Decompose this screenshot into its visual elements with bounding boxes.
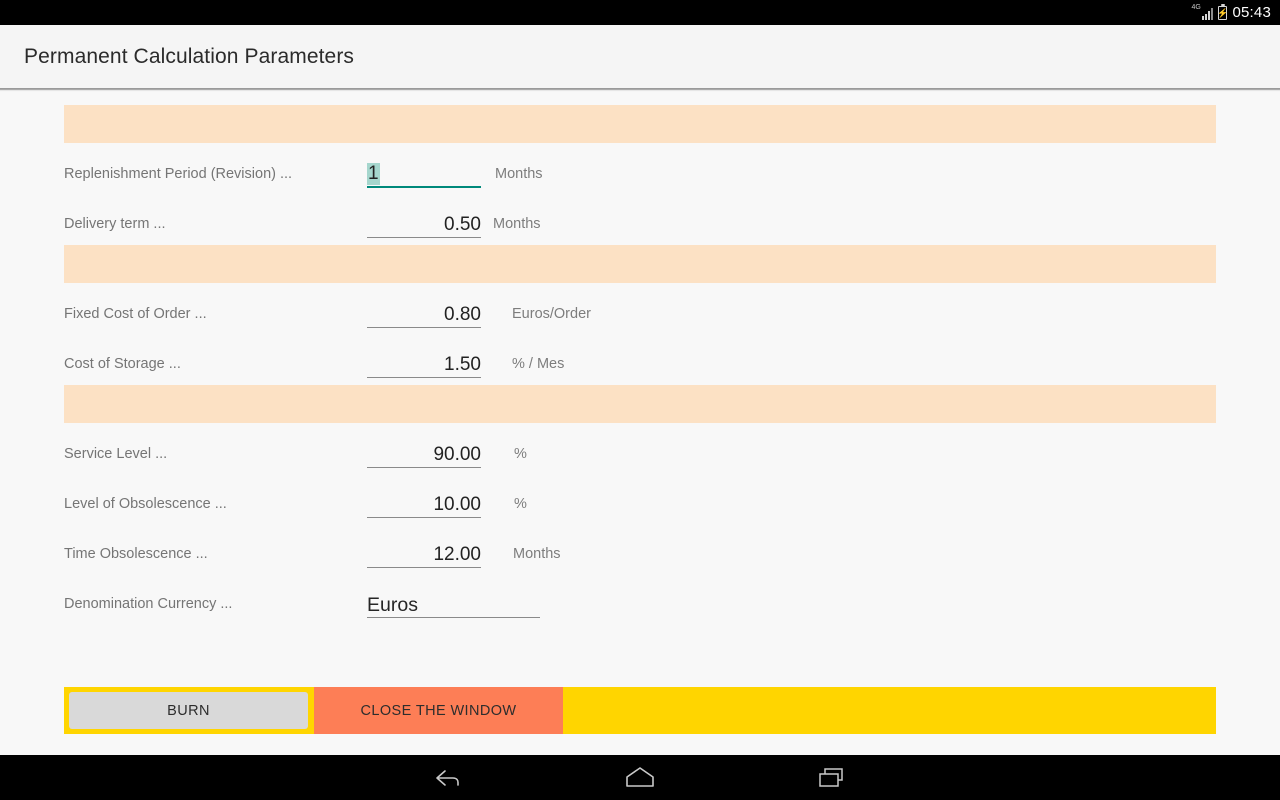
fixed-cost-of-order-input[interactable]: 0.80 — [367, 300, 481, 328]
form-row-replenishment-period: Replenishment Period (Revision) ... 1 Mo… — [0, 157, 1280, 191]
android-navigation-bar — [0, 755, 1280, 800]
field-unit: Months — [513, 546, 561, 562]
section-divider-band — [64, 245, 1216, 283]
field-label: Service Level ... — [64, 446, 168, 462]
time-obsolescence-input[interactable]: 12.00 — [367, 540, 481, 568]
replenishment-period-input[interactable]: 1 — [367, 160, 481, 188]
signal-bars-icon: 4G — [1191, 4, 1214, 20]
form-row-time-obsolescence: Time Obsolescence ... 12.00 Months — [0, 537, 1280, 571]
field-value: 0.80 — [444, 304, 481, 325]
back-icon[interactable] — [416, 755, 480, 800]
service-level-input[interactable]: 90.00 — [367, 440, 481, 468]
form-row-fixed-cost-of-order: Fixed Cost of Order ... 0.80 Euros/Order — [0, 297, 1280, 331]
page-title: Permanent Calculation Parameters — [24, 44, 355, 68]
android-screen: 4G ⚡ 05:43 Permanent Calculation Paramet… — [0, 0, 1280, 800]
section-divider-band — [64, 385, 1216, 423]
field-value: 90.00 — [433, 444, 481, 465]
field-label: Denomination Currency ... — [64, 596, 233, 612]
section-divider-band — [64, 105, 1216, 143]
field-value: 1.50 — [444, 354, 481, 375]
form-row-service-level: Service Level ... 90.00 % — [0, 437, 1280, 471]
denomination-currency-input[interactable]: Euros — [367, 590, 540, 618]
field-unit: % — [514, 496, 527, 512]
field-label: Delivery term ... — [64, 216, 166, 232]
field-label: Cost of Storage ... — [64, 356, 181, 372]
status-bar-clock: 05:43 — [1232, 4, 1271, 21]
field-label: Fixed Cost of Order ... — [64, 306, 207, 322]
level-of-obsolescence-input[interactable]: 10.00 — [367, 490, 481, 518]
field-label: Replenishment Period (Revision) ... — [64, 166, 293, 182]
network-type-label: 4G — [1191, 4, 1201, 11]
delivery-term-input[interactable]: 0.50 — [367, 210, 481, 238]
action-bar: BURN CLOSE THE WINDOW — [64, 687, 1216, 734]
field-unit: Months — [495, 166, 543, 182]
close-the-window-button[interactable]: CLOSE THE WINDOW — [314, 687, 563, 734]
field-value: 0.50 — [444, 214, 481, 235]
form-row-denomination-currency: Denomination Currency ... Euros — [0, 587, 1280, 621]
field-label: Level of Obsolescence ... — [64, 496, 227, 512]
field-label: Time Obsolescence ... — [64, 546, 208, 562]
field-unit: Months — [493, 216, 541, 232]
form-row-delivery-term: Delivery term ... 0.50 Months — [0, 207, 1280, 241]
field-value: 12.00 — [433, 544, 481, 565]
battery-bolt-glyph: ⚡ — [1217, 7, 1229, 18]
status-bar: 4G ⚡ 05:43 — [0, 0, 1280, 25]
field-value: 10.00 — [433, 494, 481, 515]
recents-icon[interactable] — [800, 755, 864, 800]
form-row-level-of-obsolescence: Level of Obsolescence ... 10.00 % — [0, 487, 1280, 521]
field-value: 1 — [367, 163, 380, 185]
form-row-cost-of-storage: Cost of Storage ... 1.50 % / Mes — [0, 347, 1280, 381]
cost-of-storage-input[interactable]: 1.50 — [367, 350, 481, 378]
battery-charging-icon: ⚡ — [1217, 3, 1229, 20]
burn-button[interactable]: BURN — [69, 692, 308, 729]
field-unit: % — [514, 446, 527, 462]
parameters-form: Replenishment Period (Revision) ... 1 Mo… — [0, 92, 1280, 755]
field-unit: Euros/Order — [512, 306, 591, 322]
field-value: Euros — [367, 594, 418, 616]
home-icon[interactable] — [608, 755, 672, 800]
app-bar: Permanent Calculation Parameters — [0, 25, 1280, 88]
field-unit: % / Mes — [512, 356, 565, 372]
